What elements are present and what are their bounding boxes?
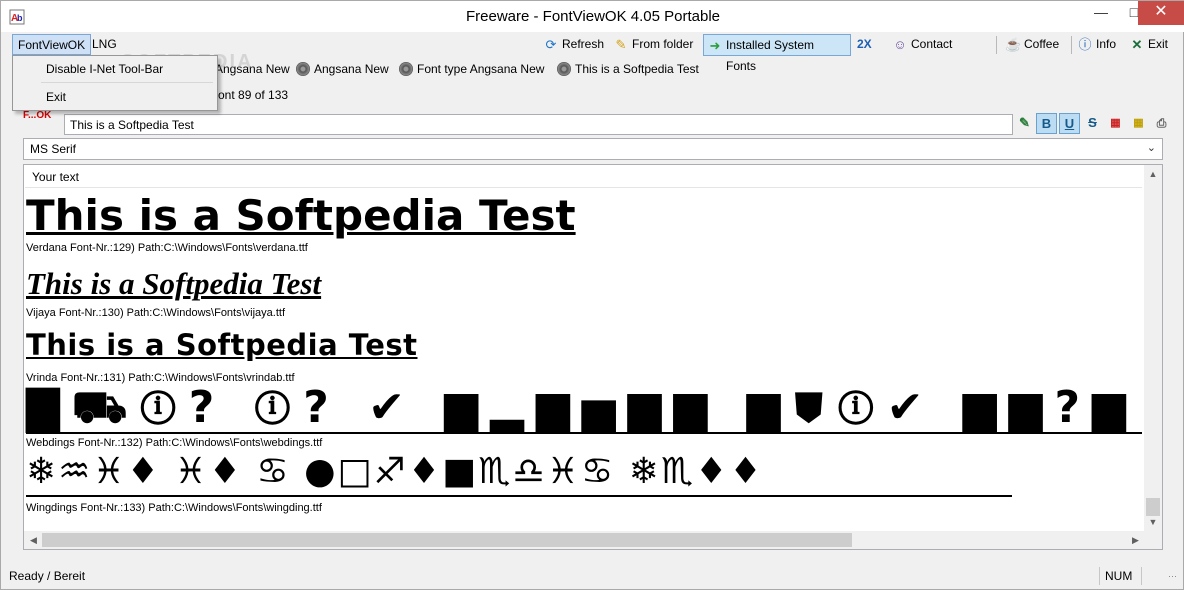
recent-font-label: Angsana New	[314, 62, 389, 76]
font-sample: ❄♒♓♦ ♓♦ ♋ ●□♐♦■♏♎♓♋ ❄♏♦♦	[26, 451, 764, 492]
font-select[interactable]: MS Serif ⌄	[23, 138, 1163, 160]
bold-button[interactable]: B	[1036, 113, 1057, 134]
info-icon: ⓘ	[1078, 37, 1092, 52]
font-sample: This is a Softpedia Test	[26, 328, 418, 362]
refresh-button[interactable]: ⟳ Refresh	[540, 34, 608, 56]
font-preview-panel[interactable]: Your text This is a Softpedia Test Verda…	[23, 164, 1163, 550]
coffee-icon: ☕	[1005, 37, 1022, 52]
refresh-icon: ⟳	[545, 37, 557, 52]
resize-grip-icon[interactable]: ⋯	[1168, 571, 1177, 582]
contact-button[interactable]: ☺ Contact	[889, 34, 956, 56]
contact-icon: ☺	[893, 37, 907, 52]
scroll-left-icon[interactable]: ◀	[25, 531, 42, 549]
folder-icon: ✎	[615, 37, 627, 52]
minimize-button[interactable]: —	[1084, 1, 1118, 25]
recent-font-item[interactable]: Angsana New	[296, 60, 389, 78]
pen-icon[interactable]: ✎	[1014, 113, 1035, 134]
sample-text-input[interactable]	[64, 114, 1013, 135]
recent-font-label: Font type Angsana New	[417, 62, 545, 76]
installed-fonts-icon: ➜	[709, 38, 721, 53]
title-bar: A b Freeware - FontViewOK 4.05 Portable …	[1, 1, 1184, 32]
disable-toolbar-menu-item[interactable]: Disable I-Net Tool-Bar	[15, 58, 215, 80]
exit-menu-item[interactable]: Exit	[15, 86, 215, 108]
status-separator	[1099, 567, 1100, 585]
exit-label: Exit	[1148, 37, 1169, 51]
coffee-button[interactable]: ☕ Coffee	[1002, 34, 1063, 56]
print-icon[interactable]: ⎙	[1151, 113, 1172, 134]
disk-icon	[557, 62, 571, 76]
font-caption: Webdings Font-Nr.:132) Path:C:\Windows\F…	[26, 437, 323, 449]
toolbar-separator	[996, 36, 997, 54]
recent-font-item[interactable]: Font type Angsana New	[399, 60, 544, 78]
app-window: A b Freeware - FontViewOK 4.05 Portable …	[0, 0, 1184, 590]
menu-fontviewok[interactable]: FontViewOK	[12, 34, 92, 55]
scroll-up-icon[interactable]: ▲	[1144, 166, 1162, 183]
window-title: Freeware - FontViewOK 4.05 Portable	[465, 8, 720, 25]
font-sample: ▇⛟ⓘ? ⓘ? ✔ ▆▂▆▅▆▆ ▆⛊ⓘ✔ ▆▆?▆	[26, 382, 1138, 433]
chevron-down-icon: ⌄	[1146, 142, 1156, 154]
info-button[interactable]: ⓘ Info	[1074, 34, 1120, 56]
color-grid-icon[interactable]: ▦	[1105, 113, 1126, 134]
font-select-value: MS Serif	[30, 142, 77, 156]
twox-button[interactable]: 2X	[853, 34, 876, 56]
underline-button[interactable]: U	[1059, 113, 1080, 134]
exit-button[interactable]: ✕ Exit	[1126, 34, 1172, 56]
preview-header: Your text	[25, 166, 1142, 188]
underline-rule	[26, 495, 1012, 497]
fontviewok-menu-dropdown: Disable I-Net Tool-Bar Exit	[12, 55, 218, 111]
strikethrough-button[interactable]: S	[1082, 113, 1103, 134]
exit-icon: ✕	[1131, 37, 1143, 52]
scroll-right-icon[interactable]: ▶	[1127, 531, 1144, 549]
horizontal-scrollbar[interactable]: ◀ ▶	[24, 531, 1162, 549]
status-separator	[1141, 567, 1142, 585]
app-logo: F...OK	[23, 110, 52, 121]
coffee-label: Coffee	[1024, 37, 1060, 51]
num-lock-indicator: NUM	[1105, 569, 1133, 583]
font-caption: Wingdings Font-Nr.:133) Path:C:\Windows\…	[26, 502, 322, 514]
from-folder-button[interactable]: ✎ From folder	[610, 34, 697, 56]
close-button[interactable]: ✕	[1138, 1, 1184, 25]
scroll-down-icon[interactable]: ▼	[1144, 514, 1162, 531]
font-caption: Vijaya Font-Nr.:130) Path:C:\Windows\Fon…	[26, 307, 286, 319]
font-sample: This is a Softpedia Test	[26, 191, 576, 240]
font-sample: This is a Softpedia Test	[26, 266, 322, 301]
underline-rule	[26, 432, 1142, 434]
disk-icon	[399, 62, 413, 76]
info-label: Info	[1096, 37, 1117, 51]
menu-separator	[41, 82, 213, 83]
disk-icon	[296, 62, 310, 76]
status-text: Ready / Bereit	[9, 569, 86, 583]
recent-font-item[interactable]: This is a Softpedia Test	[557, 60, 699, 78]
from-folder-label: From folder	[632, 37, 694, 51]
scroll-thumb[interactable]	[42, 533, 852, 547]
recent-font-label: This is a Softpedia Test	[575, 62, 699, 76]
menu-lng[interactable]: LNG	[87, 34, 122, 55]
font-count-label: ont 89 of 133	[218, 88, 289, 102]
vertical-scrollbar[interactable]: ▲ ▼	[1144, 165, 1162, 532]
font-caption: Verdana Font-Nr.:129) Path:C:\Windows\Fo…	[26, 242, 308, 254]
bg-color-icon[interactable]: ▦	[1128, 113, 1149, 134]
toolbar-separator	[1071, 36, 1072, 54]
status-bar: Ready / Bereit NUM ⋯	[1, 565, 1184, 590]
installed-fonts-button[interactable]: ➜ Installed System Fonts	[703, 34, 851, 73]
contact-label: Contact	[911, 37, 953, 51]
refresh-label: Refresh	[562, 37, 605, 51]
